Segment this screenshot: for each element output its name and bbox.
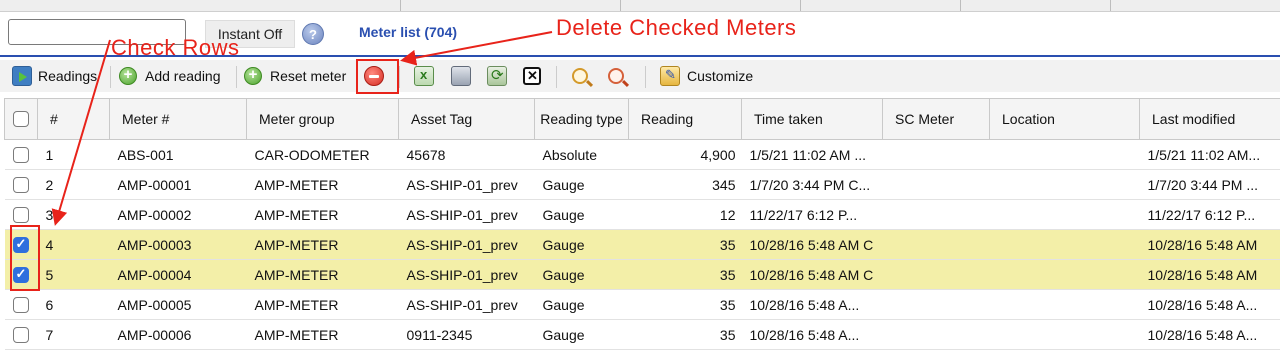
delete-arrow — [400, 31, 553, 66]
annotation-arrows — [51, 31, 553, 226]
check-rows-arrow — [51, 39, 111, 226]
